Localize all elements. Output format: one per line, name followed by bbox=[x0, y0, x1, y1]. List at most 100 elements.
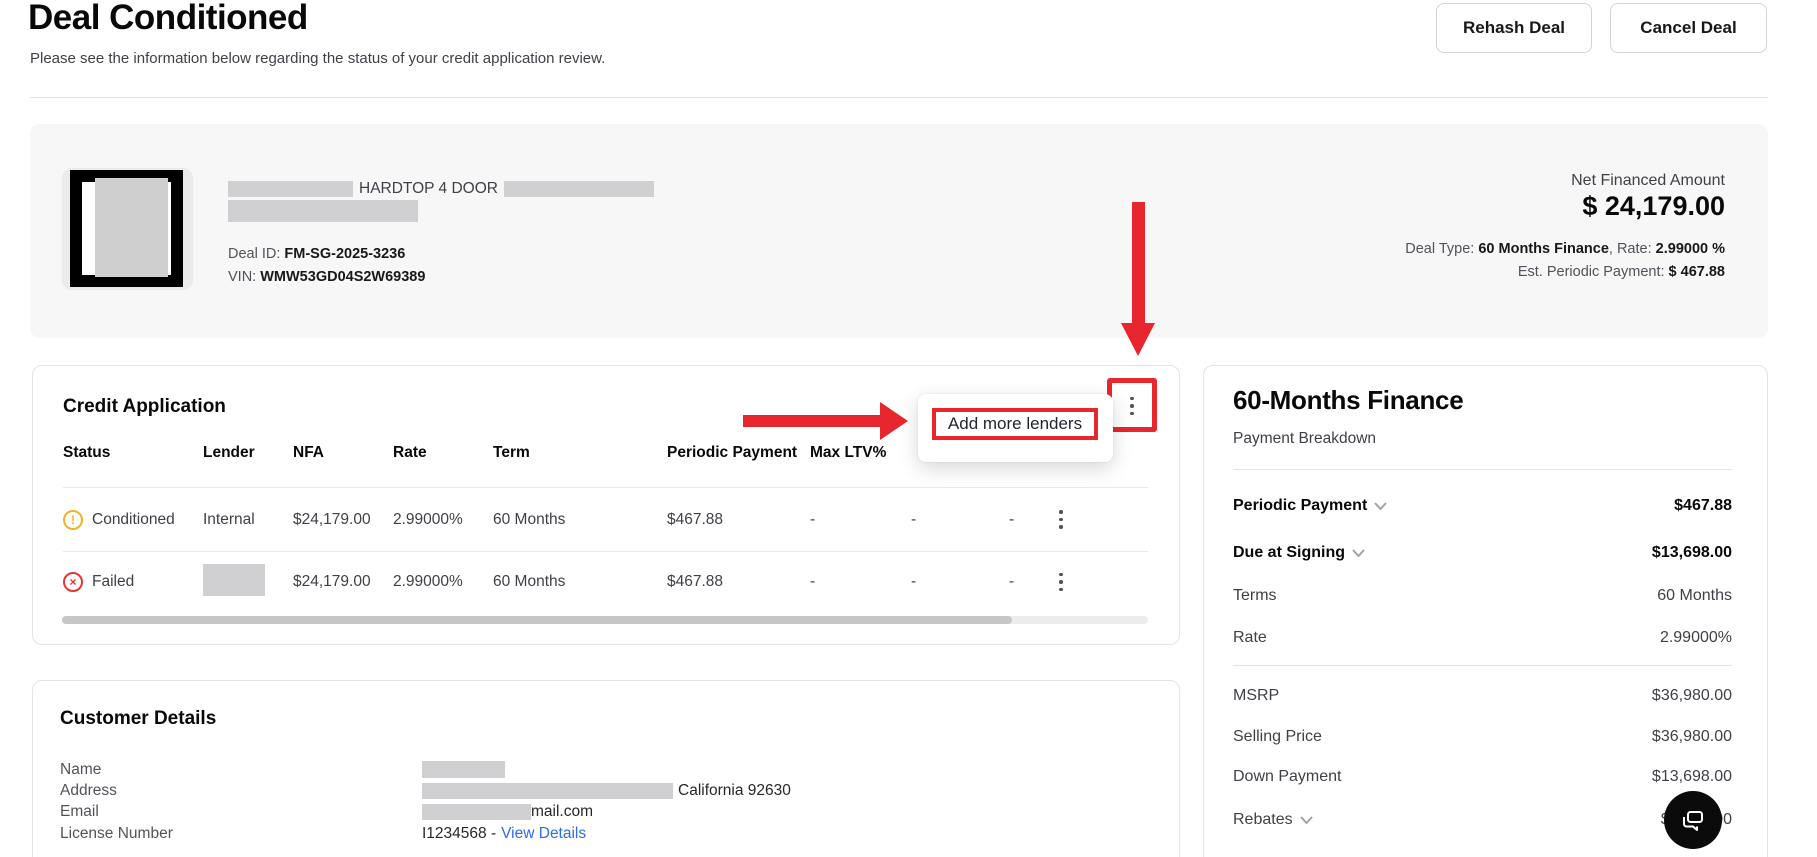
finance-panel-subtitle: Payment Breakdown bbox=[1233, 430, 1377, 447]
max-ltv-cell: - bbox=[810, 573, 816, 590]
add-more-lenders-menu-item[interactable]: Add more lenders bbox=[932, 408, 1098, 440]
deal-summary-card bbox=[30, 124, 1768, 338]
finance-row-label: Due at Signing bbox=[1233, 544, 1345, 561]
chevron-down-icon bbox=[1374, 502, 1388, 510]
chat-icon bbox=[1683, 811, 1703, 831]
rate-value: 2.99000 % bbox=[1655, 241, 1725, 257]
license-number-text: I1234568 - bbox=[422, 825, 497, 842]
finance-row-value: $13,698.00 bbox=[1651, 544, 1732, 561]
column-header-max-ltv: Max LTV% bbox=[810, 444, 887, 461]
term-cell: 60 Months bbox=[493, 573, 566, 590]
finance-row-selling-price: Selling Price $36,980.00 bbox=[1233, 725, 1732, 749]
annotation-arrow-down bbox=[1132, 202, 1145, 323]
finance-row-label: Terms bbox=[1233, 587, 1277, 604]
redacted-vehicle-trim bbox=[503, 181, 654, 197]
annotation-arrow-down-head bbox=[1121, 323, 1155, 356]
row-kebab-menu-icon[interactable] bbox=[1052, 506, 1070, 534]
customer-details-title: Customer Details bbox=[60, 708, 217, 729]
vehicle-title-line: HARDTOP 4 DOOR bbox=[228, 180, 654, 198]
vehicle-title-text: HARDTOP 4 DOOR bbox=[359, 180, 498, 197]
view-details-link[interactable]: View Details bbox=[501, 825, 586, 843]
column-header-periodic-payment: Periodic Payment bbox=[667, 444, 798, 461]
credit-application-title: Credit Application bbox=[63, 396, 226, 417]
periodic-payment-expander[interactable]: Periodic Payment bbox=[1233, 497, 1388, 515]
redacted-vehicle-make bbox=[228, 181, 353, 197]
rate-cell: 2.99000% bbox=[393, 510, 463, 528]
column-header-rate: Rate bbox=[393, 444, 427, 461]
annotation-box-kebab bbox=[1107, 378, 1157, 432]
rate-label: Rate: bbox=[1616, 241, 1652, 257]
row-kebab-menu-icon[interactable] bbox=[1052, 568, 1070, 596]
vin-label: VIN: bbox=[228, 269, 257, 285]
periodic-payment-cell: $467.88 bbox=[667, 573, 724, 590]
net-financed-label: Net Financed Amount bbox=[1571, 172, 1725, 189]
email-label: Email bbox=[60, 803, 99, 820]
table-row: × Failed $24,179.00 2.99000% 60 Months $… bbox=[63, 552, 1070, 612]
nfa-cell: $24,179.00 bbox=[293, 510, 371, 528]
finance-divider bbox=[1233, 665, 1732, 666]
email-value: mail.com bbox=[422, 803, 593, 821]
column-header-nfa: NFA bbox=[293, 444, 324, 461]
finance-row-label: Down Payment bbox=[1233, 768, 1342, 785]
license-value: I1234568 - View Details bbox=[422, 825, 586, 843]
finance-row-label: MSRP bbox=[1233, 687, 1280, 704]
horizontal-scrollbar-thumb[interactable] bbox=[62, 616, 1012, 624]
column-header-term: Term bbox=[493, 444, 530, 461]
max-ltv-cell: - bbox=[810, 510, 816, 528]
empty-cell: - bbox=[911, 510, 917, 528]
table-kebab-menu-icon[interactable] bbox=[1123, 392, 1141, 420]
finance-row-rate: Rate 2.99000% bbox=[1233, 626, 1732, 650]
finance-row-periodic-payment: Periodic Payment $467.88 bbox=[1233, 494, 1732, 518]
deal-id-label: Deal ID: bbox=[228, 246, 281, 262]
finance-row-value: $467.88 bbox=[1674, 497, 1732, 514]
redacted-vehicle-image bbox=[95, 178, 168, 277]
finance-row-terms: Terms 60 Months bbox=[1233, 584, 1732, 608]
address-suffix-text: California 92630 bbox=[678, 782, 791, 799]
chat-button[interactable] bbox=[1664, 791, 1722, 849]
finance-row-rebates: Rebates $1,000.00 bbox=[1233, 808, 1732, 832]
redacted-email bbox=[422, 804, 531, 820]
lender-cell: Internal bbox=[203, 510, 255, 528]
redacted-address bbox=[422, 783, 673, 799]
status-cell: ! Conditioned bbox=[63, 509, 203, 530]
deal-id-line: Deal ID: FM-SG-2025-3236 bbox=[228, 246, 405, 262]
status-cell: × Failed bbox=[63, 572, 203, 592]
empty-cell: - bbox=[1009, 510, 1015, 528]
finance-row-value: 60 Months bbox=[1657, 587, 1732, 604]
status-text: Failed bbox=[92, 573, 135, 590]
redacted-vehicle-subtitle bbox=[228, 200, 418, 222]
page-title: Deal Conditioned bbox=[28, 0, 308, 37]
address-value: California 92630 bbox=[422, 782, 791, 800]
finance-divider bbox=[1233, 469, 1732, 470]
finance-row-value: $36,980.00 bbox=[1651, 687, 1732, 704]
credit-table-header: Status Lender NFA Rate Term Periodic Pay… bbox=[63, 437, 911, 469]
periodic-payment-cell: $467.88 bbox=[667, 510, 724, 528]
empty-cell: - bbox=[1009, 573, 1015, 590]
due-at-signing-expander[interactable]: Due at Signing bbox=[1233, 544, 1365, 562]
status-text: Conditioned bbox=[92, 510, 175, 528]
vin-value: WMW53GD04S2W69389 bbox=[260, 269, 426, 285]
deal-conditioned-page: Deal Conditioned Please see the informat… bbox=[0, 0, 1817, 857]
term-cell: 60 Months bbox=[493, 510, 566, 528]
finance-row-down-payment: Down Payment $13,698.00 bbox=[1233, 765, 1732, 789]
empty-cell: - bbox=[911, 573, 917, 590]
est-periodic-label: Est. Periodic Payment: bbox=[1517, 264, 1665, 280]
deal-type-label: Deal Type: bbox=[1405, 241, 1475, 257]
rebates-expander[interactable]: Rebates bbox=[1233, 811, 1313, 829]
annotation-arrow-right bbox=[743, 415, 880, 427]
finance-row-due-at-signing: Due at Signing $13,698.00 bbox=[1233, 541, 1732, 565]
chevron-down-icon bbox=[1299, 816, 1313, 824]
finance-row-label: Rebates bbox=[1233, 811, 1293, 828]
redacted-name bbox=[422, 761, 505, 778]
lenders-menu-popup: Add more lenders bbox=[918, 394, 1113, 462]
cancel-deal-button[interactable]: Cancel Deal bbox=[1610, 3, 1767, 53]
table-row: ! Conditioned Internal $24,179.00 2.9900… bbox=[63, 488, 1070, 551]
address-label: Address bbox=[60, 782, 117, 799]
deal-type-value: 60 Months Finance bbox=[1478, 241, 1609, 257]
rehash-deal-button[interactable]: Rehash Deal bbox=[1436, 3, 1592, 53]
name-value bbox=[422, 761, 505, 778]
finance-row-label: Rate bbox=[1233, 629, 1267, 646]
finance-row-label: Selling Price bbox=[1233, 728, 1322, 745]
annotation-arrow-right-head bbox=[880, 402, 908, 440]
finance-row-msrp: MSRP $36,980.00 bbox=[1233, 684, 1732, 708]
